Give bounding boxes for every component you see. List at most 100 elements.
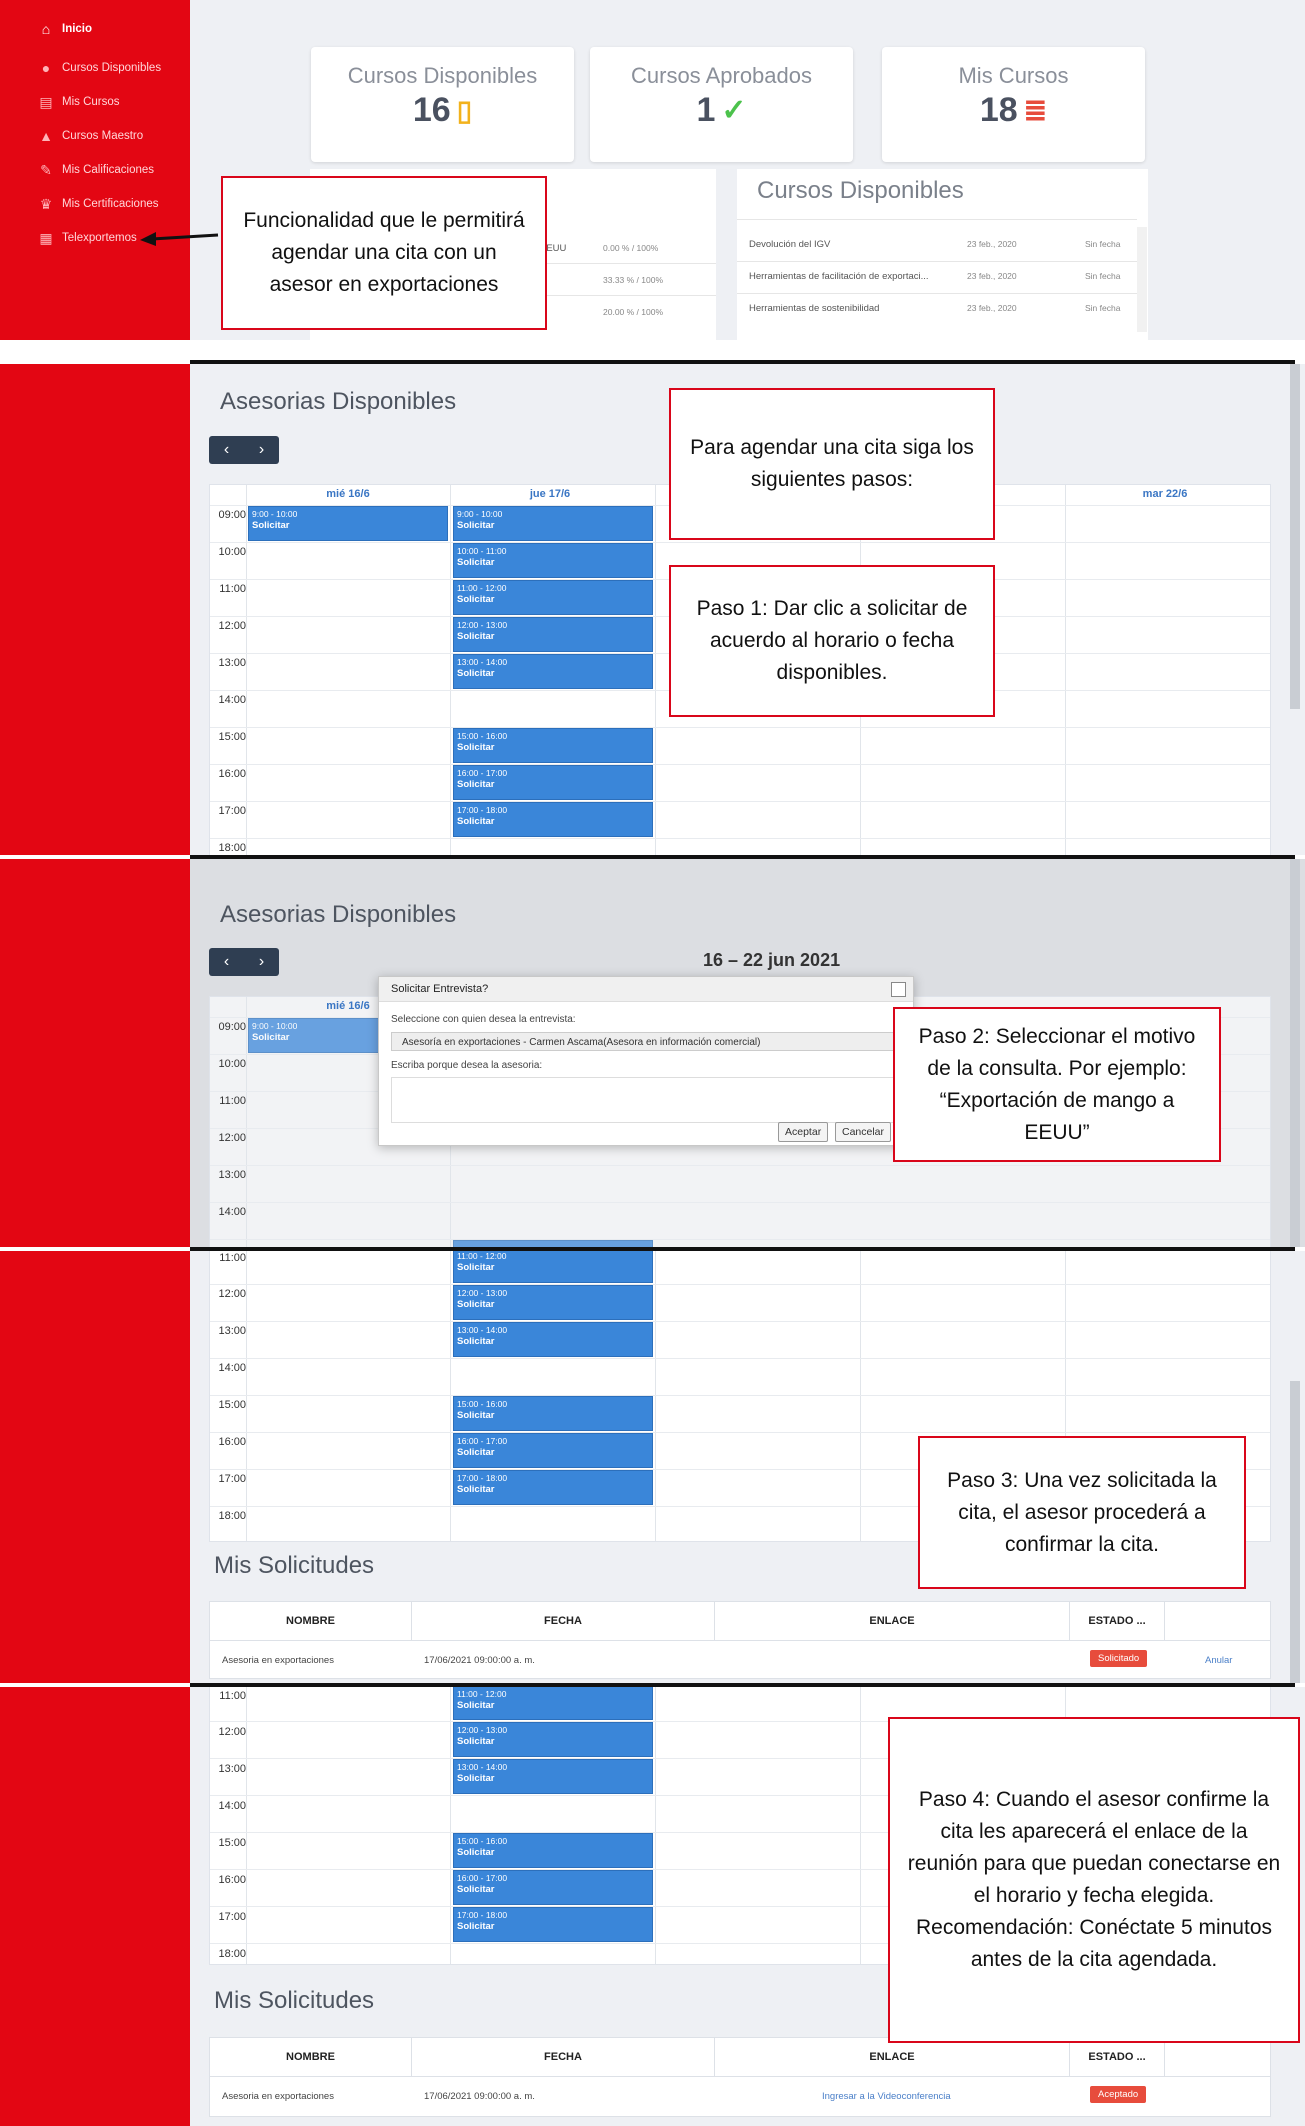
slot-solicitar[interactable]: 15:00 - 16:00 Solicitar bbox=[453, 1833, 653, 1868]
slot-solicitar[interactable]: 12:00 - 13:00 Solicitar bbox=[453, 617, 653, 652]
calendar-nav: ‹ › bbox=[209, 948, 279, 976]
stat-card-cursos-aprobados[interactable]: Cursos Aprobados 1 ✓ bbox=[590, 47, 853, 162]
time-label: 16:00 bbox=[218, 768, 246, 780]
slot-solicitar[interactable]: 16:00 - 17:00 Solicitar bbox=[453, 1433, 653, 1468]
prev-button[interactable]: ‹ bbox=[209, 436, 244, 464]
cancel-button[interactable]: Cancelar bbox=[835, 1122, 892, 1142]
course-name[interactable]: Herramientas de sostenibilidad bbox=[749, 303, 879, 314]
check-icon: ✓ bbox=[721, 94, 747, 127]
time-label: 13:00 bbox=[218, 657, 246, 669]
select-label: Seleccione con quien desea la entrevista… bbox=[391, 1014, 576, 1025]
reason-textarea[interactable] bbox=[391, 1077, 900, 1123]
sidebar-item-label: Cursos Disponibles bbox=[62, 62, 162, 74]
sidebar-item-mis-certificaciones[interactable]: ♛ Mis Certificaciones bbox=[38, 195, 159, 212]
course-name[interactable]: Devolución del IGV bbox=[749, 239, 830, 250]
time-label: 17:00 bbox=[218, 1473, 246, 1485]
accept-button[interactable]: Aceptar bbox=[778, 1122, 829, 1142]
column-header: FECHA bbox=[412, 2038, 715, 2076]
slot-solicitar[interactable]: 17:00 - 18:00 Solicitar bbox=[453, 802, 653, 837]
slot-solicitar[interactable]: 9:00 - 10:00 Solicitar bbox=[248, 506, 448, 541]
next-button[interactable]: › bbox=[244, 436, 279, 464]
course-name[interactable]: Herramientas de facilitación de exportac… bbox=[749, 271, 929, 282]
cancel-link[interactable]: Anular bbox=[1205, 1655, 1232, 1666]
stat-label: Mis Cursos bbox=[958, 63, 1069, 88]
slot-solicitar[interactable]: 11:00 - 12:00 Solicitar bbox=[453, 580, 653, 615]
slot-solicitar[interactable]: 15:00 - 16:00 Solicitar bbox=[453, 1396, 653, 1431]
slot-solicitar[interactable]: 12:00 - 13:00 Solicitar bbox=[453, 1285, 653, 1320]
course-date: 23 feb., 2020 bbox=[967, 271, 1017, 281]
slot-solicitar[interactable]: 13:00 - 14:00 Solicitar bbox=[453, 654, 653, 689]
stat-value: 1 bbox=[696, 91, 716, 129]
time-label: 11:00 bbox=[219, 1095, 246, 1107]
sidebar-item-label: Inicio bbox=[62, 23, 93, 35]
column-header: ENLACE bbox=[715, 1602, 1070, 1640]
slot-solicitar[interactable]: 16:00 - 17:00 Solicitar bbox=[453, 765, 653, 800]
graduation-cap-icon: ▲ bbox=[39, 128, 53, 144]
time-label: 12:00 bbox=[218, 1288, 246, 1300]
trophy-icon: ♛ bbox=[39, 195, 53, 212]
slot-solicitar[interactable]: 16:00 - 17:00 Solicitar bbox=[453, 1870, 653, 1905]
videoconference-link[interactable]: Ingresar a la Videoconferencia bbox=[822, 2091, 951, 2102]
time-label: 09:00 bbox=[218, 509, 246, 521]
stat-label: Cursos Aprobados bbox=[631, 63, 812, 88]
status-badge: Aceptado bbox=[1090, 2086, 1147, 2103]
slot-solicitar[interactable]: 17:00 - 18:00 Solicitar bbox=[453, 1907, 653, 1942]
sidebar-item-cursos-maestro[interactable]: ▲ Cursos Maestro bbox=[38, 128, 143, 144]
stat-card-cursos-disponibles[interactable]: Cursos Disponibles 16 ▯ bbox=[311, 47, 574, 162]
time-label: 10:00 bbox=[218, 546, 246, 558]
time-label: 10:00 bbox=[218, 1058, 246, 1070]
time-label: 18:00 bbox=[218, 842, 246, 854]
sidebar-item-cursos-disponibles[interactable]: ● Cursos Disponibles bbox=[38, 60, 162, 76]
stat-card-mis-cursos[interactable]: Mis Cursos 18 ≣ bbox=[882, 47, 1145, 162]
stat-value: 18 bbox=[979, 91, 1018, 129]
time-label: 16:00 bbox=[218, 1436, 246, 1448]
column-header: NOMBRE bbox=[210, 1602, 412, 1640]
slot-solicitar[interactable]: 11:00 - 12:00 Solicitar bbox=[453, 1251, 653, 1283]
sidebar-item-mis-cursos[interactable]: ▤ Mis Cursos bbox=[38, 94, 119, 110]
prev-button[interactable]: ‹ bbox=[209, 948, 244, 976]
course-status: Sin fecha bbox=[1085, 271, 1121, 281]
course-status: Sin fecha bbox=[1085, 303, 1121, 313]
time-label: 17:00 bbox=[218, 805, 246, 817]
slot-solicitar[interactable]: 12:00 - 13:00 Solicitar bbox=[453, 1722, 653, 1757]
slot-solicitar[interactable] bbox=[453, 1240, 653, 1247]
slot-solicitar[interactable]: 13:00 - 14:00 Solicitar bbox=[453, 1322, 653, 1357]
calendar-section-step1: Asesorias Disponibles ‹ › mié 16/6 jue 1… bbox=[0, 364, 1305, 855]
dashboard-section: ⌂ Inicio ● Cursos Disponibles ▤ Mis Curs… bbox=[0, 0, 1305, 340]
sidebar bbox=[0, 364, 190, 855]
annotation-note-3: Paso 1: Dar clic a solicitar de acuerdo … bbox=[669, 565, 995, 717]
slot-solicitar[interactable]: 15:00 - 16:00 Solicitar bbox=[453, 728, 653, 763]
request-date: 17/06/2021 09:00:00 a. m. bbox=[424, 1655, 535, 1666]
slot-solicitar[interactable]: 11:00 - 12:00 Solicitar bbox=[453, 1687, 653, 1720]
annotation-note-1: Funcionalidad que le permitirá agendar u… bbox=[221, 176, 547, 330]
time-label: 11:00 bbox=[219, 583, 246, 595]
advisor-select[interactable]: Asesoría en exportaciones - Carmen Ascam… bbox=[391, 1032, 896, 1051]
scrollbar[interactable] bbox=[1290, 1381, 1300, 1683]
course-status: Sin fecha bbox=[1085, 239, 1121, 249]
time-label: 11:00 bbox=[219, 1690, 246, 1702]
scrollbar[interactable] bbox=[1137, 227, 1147, 332]
scrollbar[interactable] bbox=[1290, 364, 1300, 709]
time-label: 12:00 bbox=[218, 1726, 246, 1738]
slot-solicitar[interactable]: 10:00 - 11:00 Solicitar bbox=[453, 543, 653, 578]
time-label: 15:00 bbox=[218, 731, 246, 743]
sidebar-item-mis-calificaciones[interactable]: ✎ Mis Calificaciones bbox=[38, 162, 154, 178]
request-name: Asesoria en exportaciones bbox=[222, 2091, 334, 2102]
slot-solicitar[interactable]: 13:00 - 14:00 Solicitar bbox=[453, 1759, 653, 1794]
sidebar-item-inicio[interactable]: ⌂ Inicio bbox=[38, 21, 93, 37]
day-header: jue 17/6 bbox=[529, 488, 571, 500]
time-label: 13:00 bbox=[218, 1169, 246, 1181]
close-icon[interactable] bbox=[891, 982, 906, 997]
sidebar-item-label: Telexportemos bbox=[62, 232, 137, 244]
course-progress: 0.00 % / 100% bbox=[603, 243, 659, 253]
sidebar-item-telexportemos[interactable]: ▦ Telexportemos bbox=[38, 230, 137, 246]
available-courses-panel: Cursos Disponibles Devolución del IGV 23… bbox=[737, 169, 1148, 340]
modal-title: Solicitar Entrevista? bbox=[391, 983, 489, 995]
home-icon: ⌂ bbox=[41, 21, 51, 37]
request-interview-modal: Solicitar Entrevista? Seleccione con qui… bbox=[378, 976, 914, 1146]
scrollbar[interactable] bbox=[1290, 859, 1300, 1247]
slot-solicitar[interactable]: 9:00 - 10:00 Solicitar bbox=[453, 506, 653, 541]
next-button[interactable]: › bbox=[244, 948, 279, 976]
slot-solicitar[interactable]: 17:00 - 18:00 Solicitar bbox=[453, 1470, 653, 1505]
request-name: Asesoria en exportaciones bbox=[222, 1655, 334, 1666]
